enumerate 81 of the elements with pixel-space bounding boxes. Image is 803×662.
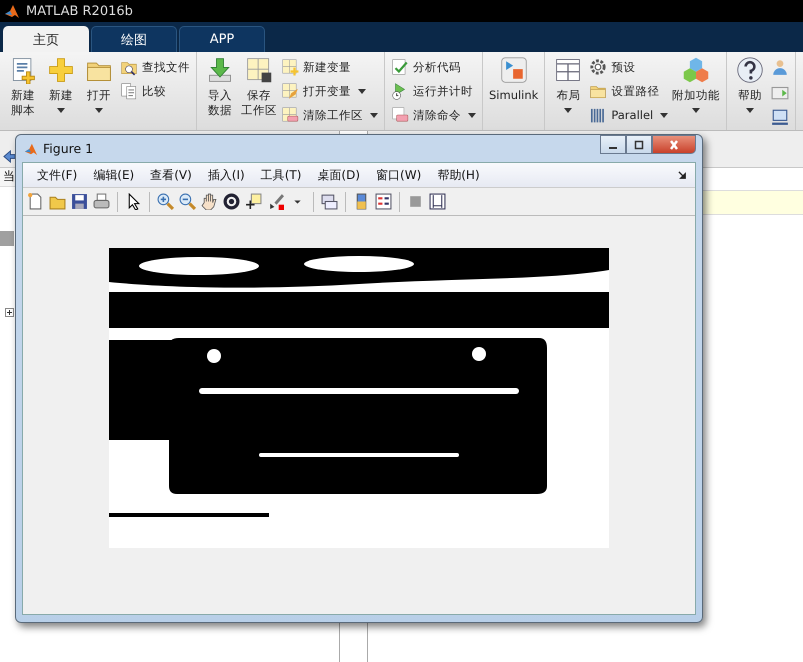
monitor-icon[interactable] bbox=[771, 108, 790, 126]
app-logo-icon bbox=[4, 3, 20, 19]
ribbon-button[interactable]: 查找文件 bbox=[120, 56, 190, 78]
menu-item[interactable]: 桌面(D) bbox=[309, 164, 368, 186]
menu-item[interactable]: 工具(T) bbox=[252, 164, 310, 186]
data-cursor-icon[interactable] bbox=[245, 193, 262, 210]
minimize-icon bbox=[609, 146, 617, 148]
menu-item[interactable]: 窗口(W) bbox=[368, 164, 430, 186]
ribbon-button[interactable]: 分析代码 bbox=[391, 56, 476, 78]
ribbon-button[interactable]: 预设 bbox=[589, 56, 668, 78]
ribbon-button[interactable]: 打开变量 bbox=[281, 80, 378, 102]
close-icon bbox=[668, 140, 680, 150]
ribbon-button[interactable]: 保存 工作区 bbox=[241, 56, 277, 118]
save-icon[interactable] bbox=[71, 193, 88, 210]
legend-icon[interactable] bbox=[375, 193, 392, 210]
settings-icon bbox=[589, 58, 608, 76]
caret-icon bbox=[564, 108, 572, 113]
caret-icon bbox=[370, 112, 378, 118]
ribbon-button[interactable]: 附加功能 bbox=[672, 56, 720, 113]
menu-item[interactable]: 文件(F) bbox=[29, 164, 86, 186]
plus-icon bbox=[47, 56, 75, 84]
new-file-icon[interactable] bbox=[27, 193, 44, 210]
maximize-button[interactable] bbox=[626, 135, 652, 154]
caret-icon bbox=[95, 108, 103, 113]
caret-icon bbox=[358, 88, 366, 94]
back-arrow-icon[interactable] bbox=[3, 150, 16, 163]
caret-icon bbox=[468, 112, 476, 118]
open-variable-icon bbox=[281, 82, 299, 100]
ribbon-button[interactable]: 新建 bbox=[44, 56, 78, 113]
ribbon-button[interactable]: 打开 bbox=[82, 56, 116, 113]
caret-icon bbox=[692, 108, 700, 113]
ribbon-button[interactable]: 新建 脚本 bbox=[6, 56, 40, 118]
users-icon[interactable] bbox=[771, 58, 790, 76]
ribbon-tab[interactable]: 主页 bbox=[3, 26, 89, 52]
menu-item[interactable]: 编辑(E) bbox=[85, 164, 142, 186]
brush-icon[interactable] bbox=[267, 193, 284, 210]
ribbon-button[interactable]: 比较 bbox=[120, 80, 190, 102]
minimize-button[interactable] bbox=[600, 135, 626, 154]
caret-icon bbox=[746, 108, 754, 113]
new-variable-icon bbox=[281, 58, 299, 76]
eraser-icon bbox=[281, 106, 299, 124]
maximize-icon bbox=[633, 140, 645, 150]
expand-icon[interactable] bbox=[5, 308, 14, 317]
ribbon-button[interactable]: 运行并计时 bbox=[391, 80, 476, 102]
caret-icon bbox=[57, 108, 65, 113]
ribbon-button[interactable]: Simulink bbox=[489, 56, 538, 103]
layout-icon bbox=[554, 56, 582, 84]
menu-item[interactable]: 帮助(H) bbox=[429, 164, 488, 186]
cubes-icon bbox=[682, 56, 710, 84]
column-header: 当 bbox=[3, 169, 15, 183]
help-icon bbox=[736, 56, 764, 84]
ribbon-button[interactable]: 清除命令 bbox=[391, 104, 476, 126]
window-title: MATLAB R2016b bbox=[26, 4, 133, 18]
dock-icon[interactable] bbox=[429, 193, 446, 210]
compare-icon bbox=[120, 82, 138, 100]
zoom-in-icon[interactable] bbox=[157, 193, 174, 210]
ribbon-button[interactable]: 布局 bbox=[551, 56, 586, 113]
ribbon-button[interactable]: 新建变量 bbox=[281, 56, 378, 78]
caret-icon bbox=[660, 112, 668, 118]
import-arrow-icon bbox=[206, 56, 234, 84]
menu-item[interactable]: 插入(I) bbox=[200, 164, 253, 186]
close-button[interactable] bbox=[652, 135, 696, 154]
ribbon-button[interactable]: 帮助 bbox=[733, 56, 768, 113]
menu-item[interactable]: 查看(V) bbox=[142, 164, 200, 186]
ribbon-tab[interactable]: 绘图 bbox=[91, 26, 177, 52]
printer-icon[interactable] bbox=[93, 193, 110, 210]
eraser-icon bbox=[391, 106, 409, 124]
checklist-icon bbox=[391, 58, 409, 76]
app-logo-icon bbox=[24, 142, 38, 156]
figure-title: Figure 1 bbox=[43, 141, 94, 156]
ribbon-button[interactable]: 清除工作区 bbox=[281, 104, 378, 126]
ribbon-button[interactable]: Parallel bbox=[589, 104, 668, 126]
zoom-out-icon[interactable] bbox=[179, 193, 196, 210]
grid-save-icon bbox=[245, 56, 273, 84]
ribbon-tab[interactable]: APP bbox=[179, 26, 265, 52]
ribbon-button[interactable]: 设置路径 bbox=[589, 80, 668, 102]
dock-arrow-icon[interactable] bbox=[678, 170, 687, 180]
simulink-icon bbox=[500, 56, 528, 84]
hand-icon[interactable] bbox=[201, 193, 218, 210]
link-icon[interactable] bbox=[321, 193, 338, 210]
ribbon-button[interactable]: 导入 数据 bbox=[203, 56, 237, 118]
